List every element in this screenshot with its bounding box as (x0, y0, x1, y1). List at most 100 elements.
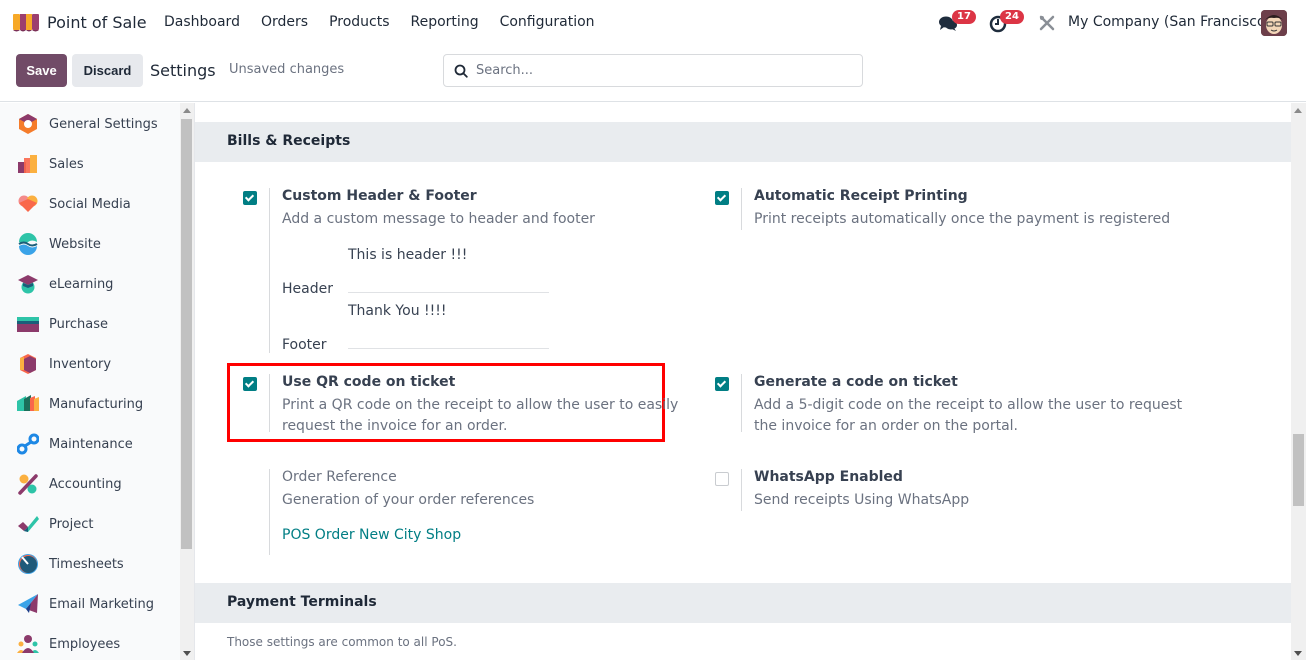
sidebar-item-social-media[interactable]: Social Media (17, 193, 131, 215)
sidebar-item-maintenance[interactable]: Maintenance (17, 433, 133, 455)
save-button[interactable]: Save (16, 54, 67, 87)
settings-sidebar: General Settings Sales Social Media Webs… (0, 103, 180, 660)
header-label: Header (282, 281, 333, 297)
setting-description-line1: Add a 5-digit code on the receipt to all… (754, 397, 1183, 413)
user-avatar-icon (1261, 10, 1287, 36)
footer-field-underline (348, 348, 549, 349)
purchase-icon (17, 317, 39, 332)
header-field-underline (348, 292, 549, 293)
scroll-down-arrow-icon[interactable] (1294, 651, 1302, 656)
order-reference-link[interactable]: POS Order New City Shop (282, 527, 461, 543)
elearning-icon (18, 275, 38, 294)
menu-orders[interactable]: Orders (261, 14, 308, 30)
sidebar-item-manufacturing[interactable]: Manufacturing (17, 393, 143, 415)
sidebar-item-general-settings[interactable]: General Settings (17, 113, 158, 135)
maintenance-icon (17, 433, 39, 455)
top-navbar: Point of Sale Dashboard Orders Products … (0, 0, 1306, 46)
sidebar-item-website[interactable]: Website (17, 233, 101, 255)
sidebar-item-elearning[interactable]: eLearning (17, 273, 113, 295)
setting-title: Generate a code on ticket (754, 374, 958, 390)
search-icon (454, 64, 468, 78)
divider (741, 188, 742, 230)
divider (269, 188, 270, 353)
menu-dashboard[interactable]: Dashboard (164, 14, 240, 30)
footer-label: Footer (282, 337, 327, 353)
setting-use-qr-code: Use QR code on ticket Print a QR code on… (243, 374, 678, 438)
main-scrollbar-thumb[interactable] (1293, 434, 1304, 506)
setting-whatsapp-enabled: WhatsApp Enabled Send receipts Using Wha… (715, 469, 1115, 519)
scroll-down-arrow-icon[interactable] (183, 651, 191, 656)
payment-terminals-note: Those settings are common to all PoS. (227, 635, 457, 649)
messages-button[interactable]: 17 (938, 10, 976, 33)
section-title: Bills & Receipts (227, 133, 351, 149)
header-field-value[interactable]: This is header !!! (348, 247, 467, 263)
control-panel: Save Discard Settings Unsaved changes (0, 46, 1306, 102)
menu-configuration[interactable]: Configuration (500, 14, 595, 30)
footer-field-value[interactable]: Thank You !!!! (348, 303, 446, 319)
settings-main-content: Bills & Receipts Custom Header & Footer … (194, 103, 1292, 660)
whatsapp-checkbox[interactable] (715, 472, 729, 486)
company-switcher[interactable]: My Company (San Francisco) (1068, 14, 1271, 30)
divider (741, 374, 742, 432)
manufacturing-icon (17, 395, 39, 411)
sidebar-item-label: Maintenance (49, 436, 133, 452)
sales-icon (18, 155, 37, 173)
setting-description-line2: the invoice for an order on the portal. (754, 418, 1019, 434)
qr-code-checkbox[interactable] (243, 377, 257, 391)
sidebar-item-label: Social Media (49, 196, 131, 212)
sidebar-item-label: Timesheets (49, 556, 124, 572)
user-avatar[interactable] (1261, 10, 1287, 36)
generate-code-checkbox[interactable] (715, 377, 729, 391)
sidebar-item-label: Manufacturing (49, 396, 144, 412)
menu-products[interactable]: Products (329, 14, 389, 30)
email-marketing-icon (18, 594, 38, 613)
setting-generate-code: Generate a code on ticket Add a 5-digit … (715, 374, 1215, 438)
setting-title: WhatsApp Enabled (754, 469, 903, 485)
sidebar-item-sales[interactable]: Sales (17, 153, 84, 175)
scroll-up-arrow-icon[interactable] (1294, 108, 1302, 113)
tools-icon[interactable] (1039, 15, 1055, 31)
custom-header-footer-checkbox[interactable] (243, 191, 257, 205)
section-header-bills-receipts: Bills & Receipts (195, 122, 1292, 162)
setting-description: Print receipts automatically once the pa… (754, 211, 1171, 227)
sidebar-item-label: Inventory (49, 356, 112, 372)
activities-button[interactable]: 24 (989, 10, 1025, 33)
sidebar-item-label: General Settings (49, 116, 158, 132)
general-settings-icon (19, 114, 37, 134)
sidebar-item-inventory[interactable]: Inventory (17, 353, 111, 375)
setting-description-line1: Print a QR code on the receipt to allow … (282, 397, 679, 413)
sidebar-item-email-marketing[interactable]: Email Marketing (17, 593, 154, 615)
sidebar-scrollbar[interactable] (180, 103, 194, 660)
point-of-sale-app-icon[interactable] (13, 12, 39, 32)
main-menu: Dashboard Orders Products Reporting Conf… (164, 14, 616, 30)
menu-reporting[interactable]: Reporting (411, 14, 479, 30)
divider (269, 374, 270, 432)
automatic-receipt-printing-checkbox[interactable] (715, 191, 729, 205)
setting-description: Send receipts Using WhatsApp (754, 492, 970, 508)
sidebar-item-label: Purchase (49, 316, 109, 332)
activities-count-badge: 24 (1000, 10, 1024, 24)
section-title: Payment Terminals (227, 594, 377, 610)
sidebar-item-label: Sales (49, 156, 84, 172)
search-input[interactable] (476, 63, 856, 78)
sidebar-item-timesheets[interactable]: Timesheets (17, 553, 124, 575)
sidebar-item-employees[interactable]: Employees (17, 633, 120, 655)
setting-title: Automatic Receipt Printing (754, 188, 968, 204)
setting-title: Order Reference (282, 469, 397, 485)
sidebar-item-accounting[interactable]: Accounting (17, 473, 122, 495)
sidebar-item-project[interactable]: Project (17, 513, 93, 535)
sidebar-scrollbar-thumb[interactable] (181, 119, 192, 549)
discard-button[interactable]: Discard (72, 54, 143, 87)
sidebar-item-label: Accounting (49, 476, 122, 492)
scroll-up-arrow-icon[interactable] (183, 108, 191, 113)
setting-description: Add a custom message to header and foote… (282, 211, 595, 227)
search-box[interactable] (443, 54, 863, 87)
app-name[interactable]: Point of Sale (47, 13, 147, 32)
main-scrollbar[interactable] (1291, 103, 1306, 660)
sidebar-item-purchase[interactable]: Purchase (17, 313, 108, 335)
accounting-icon (18, 474, 38, 495)
sidebar-item-label: Website (49, 236, 101, 252)
sidebar-item-label: eLearning (49, 276, 114, 292)
setting-automatic-receipt-printing: Automatic Receipt Printing Print receipt… (715, 188, 1215, 238)
sidebar-item-label: Employees (49, 636, 121, 652)
